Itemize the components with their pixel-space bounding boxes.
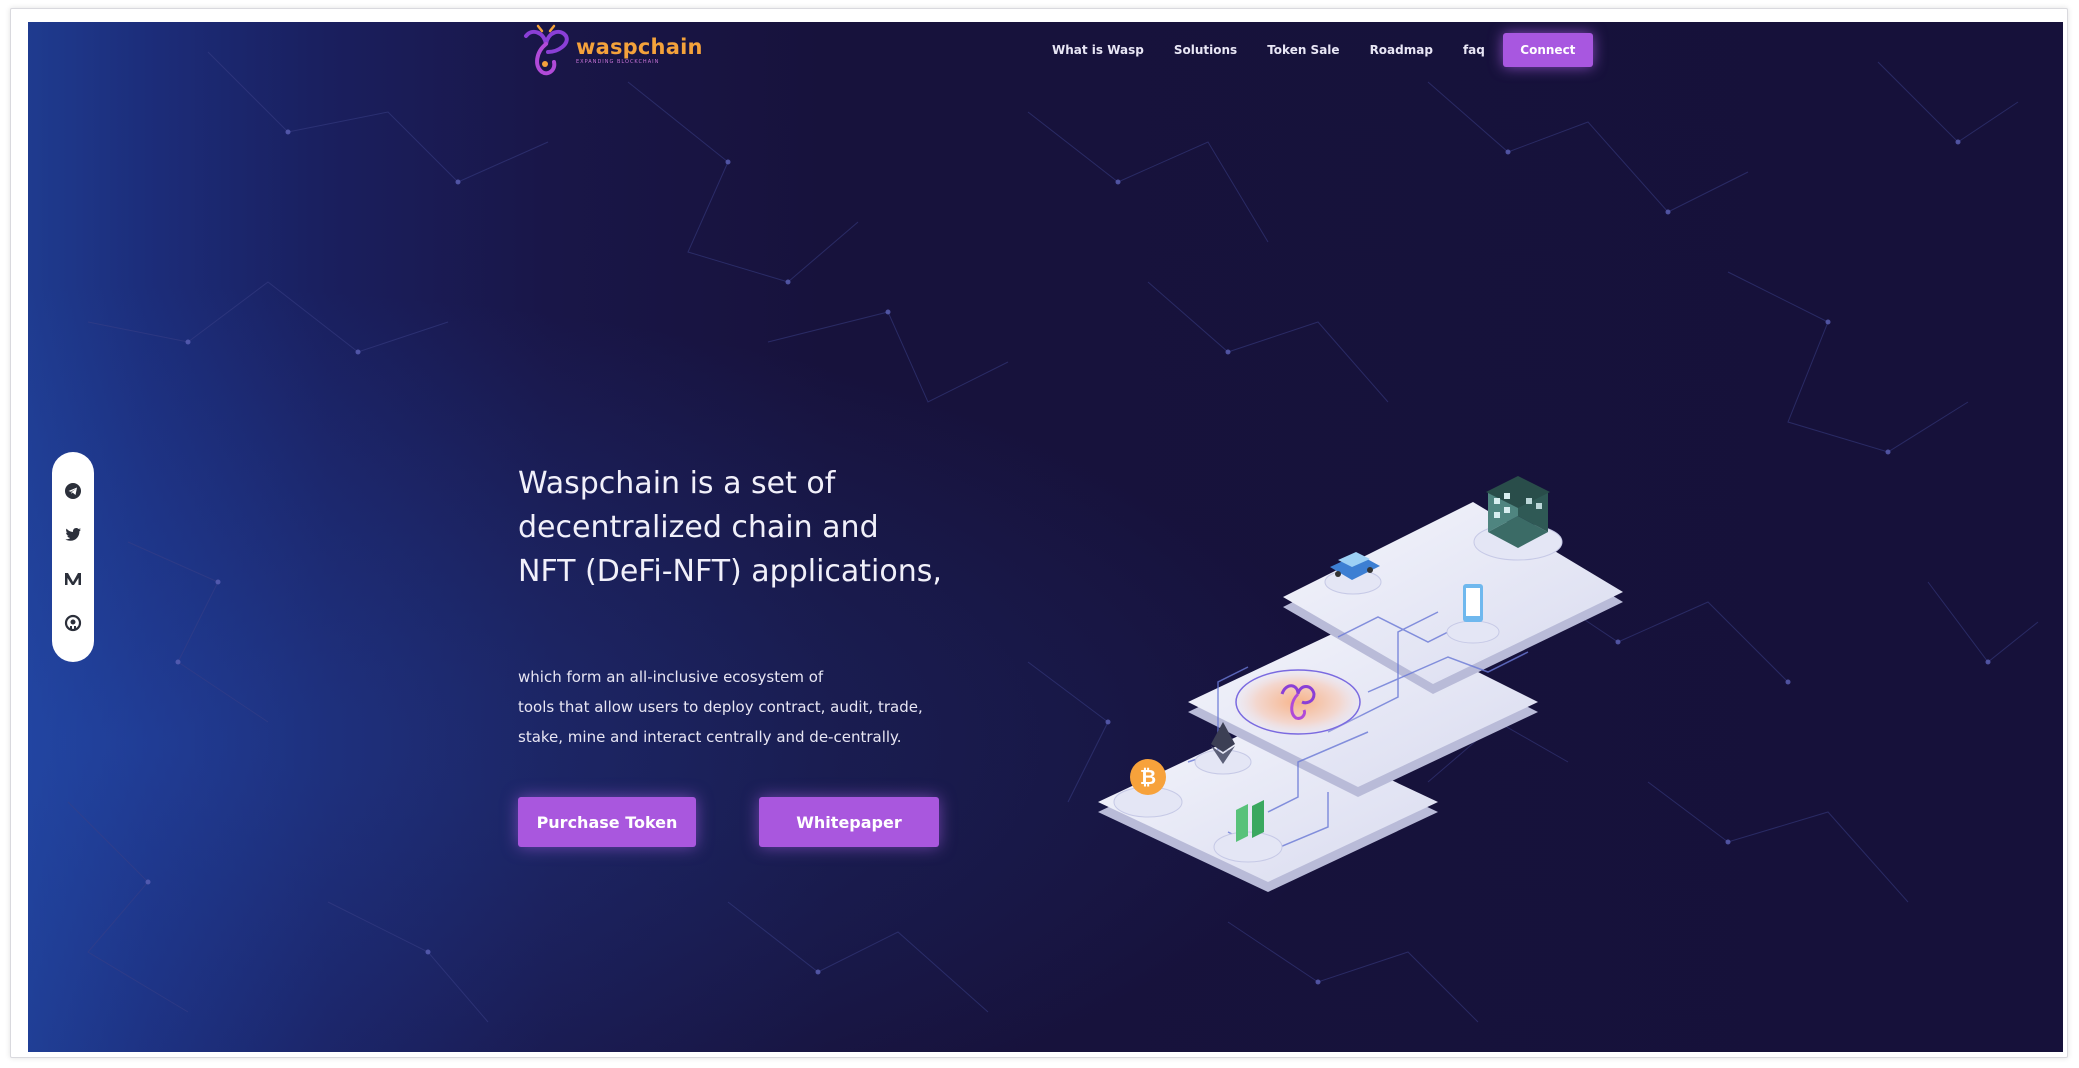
hero-title-line: Waspchain is a set of	[518, 466, 836, 501]
hero-title: Waspchain is a set of decentralized chai…	[518, 462, 1018, 594]
brand-tagline: EXPANDING BLOCKCHAIN	[576, 58, 660, 65]
purchase-token-button[interactable]: Purchase Token	[518, 797, 696, 847]
hero-description-line: which form an all-inclusive ecosystem of	[518, 668, 824, 686]
hero-description: which form an all-inclusive ecosystem of…	[518, 662, 1038, 752]
nav-item-what-is-wasp[interactable]: What is Wasp	[1052, 43, 1144, 57]
whitepaper-button[interactable]: Whitepaper	[759, 797, 939, 847]
twitter-icon[interactable]	[62, 524, 84, 546]
hero-title-line: NFT (DeFi-NFT) applications,	[518, 554, 942, 589]
nav-item-solutions[interactable]: Solutions	[1174, 43, 1237, 57]
github-icon[interactable]	[62, 612, 84, 634]
center-wasp-node	[1228, 666, 1368, 738]
hero-description-line: stake, mine and interact centrally and d…	[518, 728, 902, 746]
nav-item-roadmap[interactable]: Roadmap	[1370, 43, 1433, 57]
main-nav: What is Wasp Solutions Token Sale Roadma…	[1052, 33, 1593, 67]
bitcoin-symbol: ₿	[1140, 765, 1156, 789]
hero-description-line: tools that allow users to deploy contrac…	[518, 698, 923, 716]
telegram-icon[interactable]	[62, 480, 84, 502]
brand-logo[interactable]: waspchain EXPANDING BLOCKCHAIN	[518, 22, 718, 78]
network-background	[67, 51, 2039, 1023]
nav-item-faq[interactable]: faq	[1463, 43, 1485, 57]
social-sidebar	[52, 452, 94, 662]
medium-icon[interactable]	[62, 568, 84, 590]
hero-title-line: decentralized chain and	[518, 510, 879, 545]
brand-name: waspchain	[576, 34, 703, 59]
connect-button[interactable]: Connect	[1502, 33, 1593, 67]
ecosystem-illustration: ₿	[1098, 476, 1623, 892]
wasp-logo-icon	[524, 24, 569, 76]
nav-item-token-sale[interactable]: Token Sale	[1267, 43, 1339, 57]
page-viewport: waspchain EXPANDING BLOCKCHAIN What is W…	[28, 22, 2063, 1052]
